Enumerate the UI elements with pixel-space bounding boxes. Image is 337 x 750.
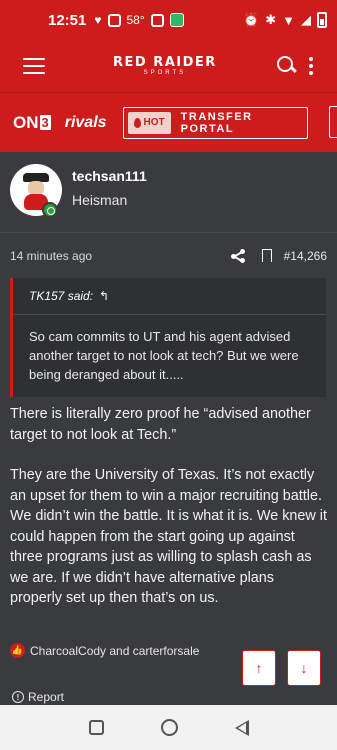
app-notification-icon — [169, 13, 184, 27]
alarm-icon: ⏰ — [243, 12, 260, 27]
quote-block: TK157 said: ↰ So cam commits to UT and h… — [10, 278, 326, 397]
jump-to-quote-icon[interactable]: ↰ — [99, 289, 109, 303]
author-title: Heisman — [72, 192, 128, 208]
status-time: 12:51 — [48, 11, 87, 29]
radio-icon — [150, 13, 164, 27]
system-nav-bar — [0, 705, 337, 750]
battery-icon — [317, 12, 327, 28]
quote-divider — [13, 314, 326, 315]
recent-apps-icon[interactable] — [88, 720, 104, 735]
logo-main-text: RED RAIDER — [113, 55, 217, 70]
status-bar: 12:51 ♥ 58° ⏰ ✱ ▼ ◢ — [0, 0, 337, 40]
quote-author[interactable]: TK157 said: ↰ — [29, 289, 109, 303]
site-logo[interactable]: RED RAIDER SPORTS — [113, 56, 217, 76]
temperature-label: 58° — [126, 13, 145, 27]
on3-logo[interactable]: ON 3 — [13, 113, 51, 133]
report-icon: ! — [12, 691, 24, 703]
post-body: There is literally zero proof he “advise… — [10, 404, 328, 609]
scroll-up-button[interactable]: ↑ — [242, 650, 276, 686]
online-status-icon — [42, 202, 58, 218]
flame-icon — [133, 117, 141, 128]
signal-icon: ◢ — [301, 12, 311, 27]
qr-icon — [107, 13, 121, 27]
reaction-users[interactable]: CharcoalCody and carterforsale — [30, 644, 199, 658]
report-link[interactable]: ! Report — [12, 690, 64, 704]
share-icon[interactable] — [230, 248, 245, 263]
hot-badge: HOT — [127, 111, 171, 134]
arrow-down-icon: ↓ — [300, 660, 308, 676]
wifi-icon: ▼ — [282, 12, 295, 28]
post-timestamp[interactable]: 14 minutes ago — [10, 249, 92, 263]
report-label: Report — [28, 690, 65, 704]
logo-sub-text: SPORTS — [143, 70, 187, 76]
scroll-down-button[interactable]: ↓ — [287, 650, 321, 686]
status-system-icons: ⏰ ✱ ▼ ◢ — [243, 12, 327, 28]
like-icon: 👍 — [10, 643, 25, 658]
menu-icon[interactable] — [23, 58, 45, 74]
rivals-logo[interactable]: rivals — [65, 114, 107, 132]
search-icon[interactable] — [277, 56, 297, 76]
transfer-portal-label: TRANSFER PORTAL — [180, 110, 253, 135]
status-notification-icons: ♥ 58° — [94, 13, 184, 27]
arrow-up-icon: ↑ — [255, 660, 263, 676]
post-paragraph: They are the University of Texas. It’s n… — [10, 467, 327, 606]
avatar[interactable] — [10, 164, 62, 218]
post-paragraph: There is literally zero proof he “advise… — [10, 406, 311, 443]
author-username[interactable]: techsan111 — [72, 168, 147, 184]
bookmark-icon[interactable] — [261, 249, 272, 266]
home-icon[interactable] — [160, 719, 178, 736]
post-meta: 14 minutes ago #14,266 — [0, 232, 337, 278]
heart-icon: ♥ — [94, 13, 102, 27]
network-bar: ON 3 rivals HOT TRANSFER PORTAL — [0, 92, 337, 152]
app-header: RED RAIDER SPORTS — [0, 40, 337, 92]
bluetooth-icon: ✱ — [265, 12, 277, 27]
reactions-bar[interactable]: 👍 CharcoalCody and carterforsale — [10, 643, 199, 658]
post-number[interactable]: #14,266 — [284, 249, 327, 263]
post-author: techsan111 Heisman — [0, 152, 337, 232]
more-options-icon[interactable] — [309, 57, 313, 75]
quote-text: So cam commits to UT and his agent advis… — [29, 329, 299, 382]
back-icon[interactable] — [234, 719, 249, 736]
next-nav-button[interactable] — [329, 106, 337, 138]
transfer-portal-button[interactable]: HOT TRANSFER PORTAL — [122, 106, 308, 139]
